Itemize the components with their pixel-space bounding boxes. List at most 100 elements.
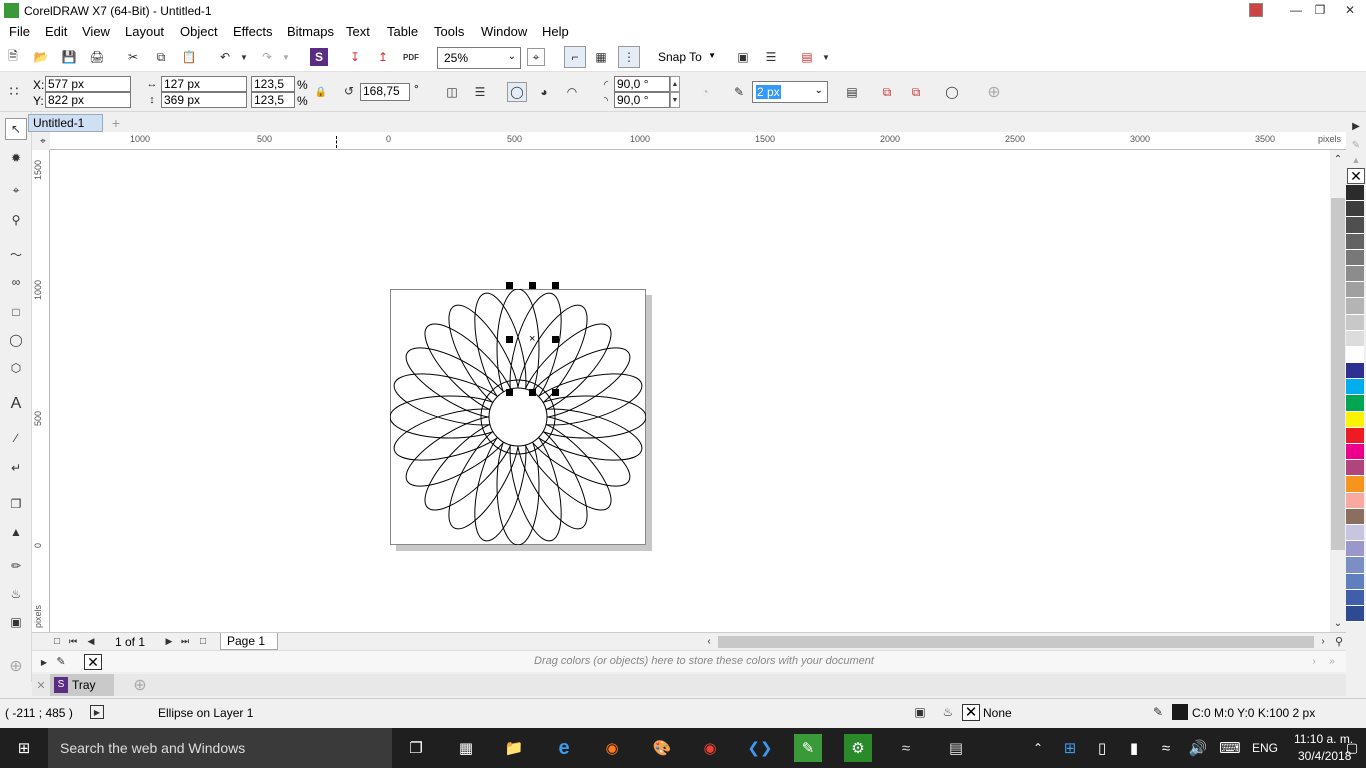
- flower-drawing[interactable]: [390, 289, 646, 545]
- color-swatch[interactable]: [1346, 395, 1364, 412]
- spinner-icon[interactable]: ▲: [670, 76, 680, 92]
- color-swatch[interactable]: [1346, 265, 1364, 283]
- visual-studio-code-icon[interactable]: ❮❯: [746, 734, 774, 762]
- rectangle-tool-icon[interactable]: □: [6, 302, 26, 322]
- color-swatch[interactable]: [1346, 444, 1364, 461]
- options-icon[interactable]: ☰: [762, 48, 780, 66]
- wifi-icon[interactable]: ≈: [1152, 734, 1180, 762]
- palette-menu-icon[interactable]: ▶: [38, 655, 50, 669]
- zoom-level-select[interactable]: 25% ⌄: [437, 47, 521, 69]
- mirror-vertical-icon[interactable]: ☰: [471, 83, 489, 101]
- add-tray-icon[interactable]: ⊕: [132, 677, 148, 694]
- prev-page-icon[interactable]: ◀: [84, 634, 98, 648]
- color-swatch[interactable]: [1346, 298, 1364, 315]
- wrap-text-icon[interactable]: ▤: [843, 83, 861, 101]
- color-swatch[interactable]: [1346, 346, 1364, 364]
- menu-table[interactable]: Table: [387, 24, 418, 39]
- selection-handle[interactable]: [529, 282, 536, 289]
- transparency-tool-icon[interactable]: ▲: [6, 522, 26, 542]
- menu-text[interactable]: Text: [346, 24, 370, 39]
- edge-icon[interactable]: e: [550, 734, 578, 762]
- add-icon[interactable]: ⊕: [985, 83, 1003, 101]
- undo-dropdown-icon[interactable]: ▼: [238, 48, 250, 66]
- save-icon[interactable]: 💾: [60, 48, 78, 66]
- language-indicator[interactable]: ENG: [1252, 741, 1278, 755]
- settings-app-icon[interactable]: ⚙: [844, 734, 872, 762]
- last-page-icon[interactable]: ⏭: [178, 634, 192, 648]
- color-swatch[interactable]: [1346, 185, 1364, 202]
- new-tab-icon[interactable]: +: [108, 115, 124, 131]
- show-guidelines-icon[interactable]: ⋮: [618, 46, 640, 68]
- pick-tool-icon[interactable]: ↖: [5, 118, 27, 140]
- new-document-icon[interactable]: 🗎: [4, 48, 22, 66]
- tablet-icon[interactable]: ▯: [1088, 734, 1116, 762]
- file-explorer-icon[interactable]: 📁: [500, 734, 528, 762]
- scale-height-field[interactable]: 123,5: [251, 92, 295, 108]
- print-icon[interactable]: 🖨: [88, 48, 106, 66]
- user-icon[interactable]: [1249, 3, 1263, 17]
- menu-view[interactable]: View: [82, 24, 110, 39]
- height-field[interactable]: 369 px: [161, 92, 247, 108]
- search-content-icon[interactable]: S: [310, 48, 328, 66]
- launcher-dropdown-icon[interactable]: ▼: [820, 48, 832, 66]
- connector-tool-icon[interactable]: ↵: [6, 458, 26, 478]
- vertical-scrollbar[interactable]: ⌃ ⌄: [1330, 150, 1346, 632]
- open-icon[interactable]: 📂: [32, 48, 50, 66]
- width-field[interactable]: 127 px: [161, 76, 247, 92]
- horizontal-ruler[interactable]: ⌖ 1000 500 0 500 1000 1500 2000 2500 300…: [40, 132, 1346, 150]
- change-direction-icon[interactable]: ◔: [696, 83, 714, 101]
- menu-window[interactable]: Window: [481, 24, 527, 39]
- color-swatch[interactable]: [1346, 233, 1364, 250]
- color-palette[interactable]: [1346, 185, 1366, 673]
- ellipse-tool-icon[interactable]: ◯: [6, 330, 26, 350]
- no-color-swatch[interactable]: ✕: [1347, 168, 1365, 184]
- color-swatch[interactable]: [1346, 314, 1364, 331]
- first-page-icon[interactable]: ⏮: [66, 634, 80, 648]
- close-tray-icon[interactable]: ✕: [34, 678, 48, 692]
- docker-arrow-icon[interactable]: ▶: [1348, 118, 1364, 134]
- full-screen-preview-icon[interactable]: ⌖: [527, 48, 545, 66]
- menu-help[interactable]: Help: [542, 24, 569, 39]
- redo-dropdown-icon[interactable]: ▼: [280, 48, 292, 66]
- close-button[interactable]: ✕: [1336, 0, 1364, 20]
- scroll-thumb[interactable]: [1331, 198, 1345, 550]
- audio-app-icon[interactable]: ≈: [892, 734, 920, 762]
- copy-icon[interactable]: ⧉: [152, 48, 170, 66]
- tray-tab[interactable]: S Tray: [50, 674, 114, 696]
- color-swatch[interactable]: [1346, 411, 1364, 428]
- windows-defender-icon[interactable]: ⊞: [1056, 734, 1084, 762]
- selection-handle[interactable]: [552, 336, 559, 343]
- pie-icon[interactable]: ◕: [535, 83, 553, 101]
- freehand-tool-icon[interactable]: 〜: [6, 244, 26, 264]
- mirror-horizontal-icon[interactable]: ◫: [443, 83, 461, 101]
- rotation-angle-field[interactable]: 168,75: [360, 83, 410, 101]
- palette-up-icon[interactable]: ▲: [1348, 154, 1364, 166]
- crop-tool-icon[interactable]: ⌖: [6, 180, 26, 200]
- lock-ratio-icon[interactable]: 🔒: [314, 84, 328, 100]
- selection-handle[interactable]: [506, 389, 513, 396]
- status-menu-icon[interactable]: ▶: [90, 705, 104, 719]
- undo-icon[interactable]: ↶: [216, 48, 234, 66]
- expand-icon[interactable]: »: [1326, 654, 1338, 668]
- menu-bitmaps[interactable]: Bitmaps: [287, 24, 334, 39]
- selection-handle[interactable]: [529, 389, 536, 396]
- color-swatch[interactable]: [1346, 492, 1364, 509]
- color-swatch[interactable]: [1346, 330, 1364, 347]
- selection-handle[interactable]: [506, 282, 513, 289]
- scroll-left-icon[interactable]: ‹: [702, 634, 716, 648]
- object-origin-icon[interactable]: ∷: [5, 82, 23, 100]
- menu-file[interactable]: File: [9, 24, 30, 39]
- no-color-swatch[interactable]: ✕: [84, 654, 102, 670]
- drop-shadow-icon[interactable]: ❐: [6, 494, 26, 514]
- spinner-icon[interactable]: ▼: [670, 92, 680, 108]
- firefox-icon[interactable]: ◉: [598, 734, 626, 762]
- notifications-icon[interactable]: ▢: [1338, 734, 1366, 762]
- add-page-end-icon[interactable]: □: [196, 634, 210, 648]
- color-swatch[interactable]: [1346, 557, 1364, 574]
- color-swatch[interactable]: [1346, 605, 1364, 623]
- menu-effects[interactable]: Effects: [233, 24, 273, 39]
- start-angle-field[interactable]: 90,0 °: [614, 76, 670, 92]
- add-page-icon[interactable]: □: [50, 634, 64, 648]
- convert-to-curves-icon[interactable]: ◯: [943, 83, 961, 101]
- menu-tools[interactable]: Tools: [434, 24, 464, 39]
